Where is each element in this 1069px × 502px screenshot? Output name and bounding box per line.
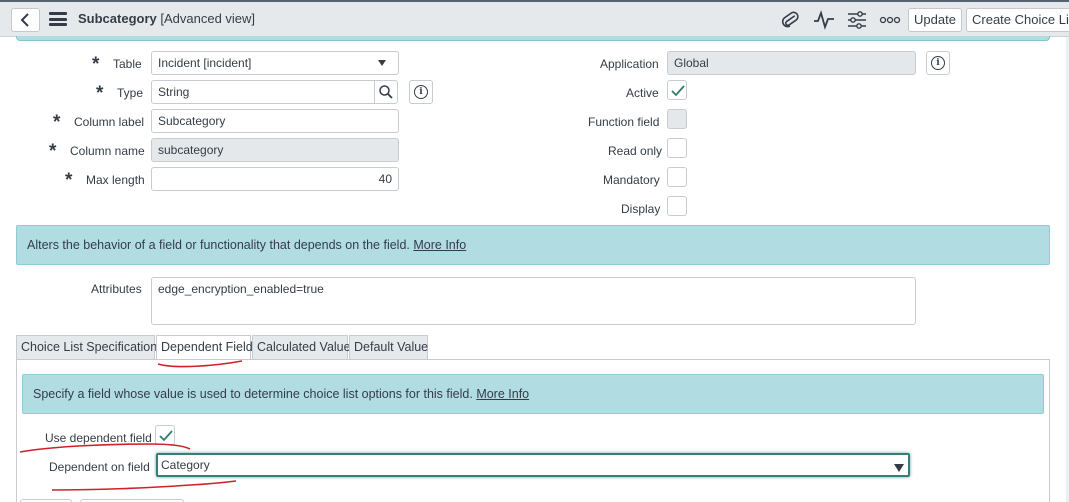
required-marker: * — [96, 83, 104, 104]
application-info-button[interactable]: i — [926, 51, 950, 75]
application-label: Application — [600, 57, 659, 71]
use-dependent-field-checkbox[interactable] — [155, 425, 175, 445]
form-header: Subcategory [Advanced view] Update Creat… — [0, 0, 1069, 37]
table-select-value: Incident [incident] — [158, 56, 252, 70]
attributes-info-text: Alters the behavior of a field or functi… — [27, 238, 410, 252]
required-marker: * — [49, 141, 57, 162]
activity-icon[interactable] — [813, 10, 835, 30]
page-title-name: Subcategory — [78, 11, 157, 26]
info-icon: i — [931, 56, 945, 70]
menu-icon[interactable] — [49, 12, 67, 26]
page-title: Subcategory [Advanced view] — [78, 11, 255, 26]
type-input[interactable]: String — [151, 80, 375, 104]
tab-default-value[interactable]: Default Value — [349, 335, 428, 359]
attributes-label: Attributes — [91, 282, 142, 296]
attributes-info-banner: Alters the behavior of a field or functi… — [16, 225, 1050, 265]
required-marker: * — [65, 170, 73, 191]
active-checkbox[interactable] — [667, 80, 687, 100]
tab-choice-list-specification[interactable]: Choice List Specification — [16, 335, 157, 359]
table-label: Table — [113, 57, 142, 71]
more-icon[interactable] — [879, 10, 901, 30]
use-dependent-field-label: Use dependent field — [45, 431, 152, 445]
dependent-info-text: Specify a field whose value is used to d… — [33, 387, 473, 401]
type-info-button[interactable]: i — [409, 80, 433, 104]
max-length-input[interactable]: 40 — [151, 167, 399, 191]
required-marker: * — [92, 54, 100, 75]
chevron-down-icon — [894, 464, 904, 472]
dependent-info-banner: Specify a field whose value is used to d… — [22, 374, 1044, 414]
column-name-label: Column name — [70, 144, 145, 158]
column-label-label: Column label — [74, 115, 145, 129]
top-banner-edge — [16, 36, 1050, 41]
update-button[interactable]: Update — [908, 8, 962, 32]
required-marker: * — [53, 112, 61, 133]
chevron-down-icon — [378, 60, 386, 66]
attributes-textarea[interactable]: edge_encryption_enabled=true — [151, 277, 916, 325]
search-icon — [379, 85, 393, 99]
active-label: Active — [626, 86, 659, 100]
dependent-on-field-select[interactable]: Category — [156, 453, 910, 477]
read-only-label: Read only — [608, 144, 663, 158]
back-button[interactable] — [11, 8, 40, 32]
column-label-input[interactable]: Subcategory — [151, 109, 399, 133]
attributes-more-info-link[interactable]: More Info — [413, 238, 466, 252]
type-lookup-button[interactable] — [374, 80, 398, 104]
read-only-checkbox[interactable] — [667, 138, 687, 158]
table-select[interactable]: Incident [incident] — [151, 51, 399, 75]
max-length-label: Max length — [86, 173, 145, 187]
settings-icon[interactable] — [847, 10, 867, 30]
dependent-on-field-value: Category — [161, 458, 210, 472]
function-field-checkbox — [667, 109, 687, 129]
type-label: Type — [117, 86, 144, 100]
application-input: Global — [667, 51, 916, 75]
dependent-more-info-link[interactable]: More Info — [476, 387, 529, 401]
check-icon — [159, 430, 173, 442]
function-field-label: Function field — [588, 115, 660, 129]
check-icon — [671, 85, 685, 97]
mandatory-checkbox[interactable] — [667, 167, 687, 187]
tab-calculated-value[interactable]: Calculated Value — [252, 335, 351, 359]
dependent-on-field-label: Dependent on field — [49, 460, 150, 474]
create-choice-list-button[interactable]: Create Choice List — [966, 8, 1069, 32]
tab-dependent-field[interactable]: Dependent Field — [156, 335, 253, 360]
column-name-input: subcategory — [151, 138, 399, 162]
page-title-suffix: [Advanced view] — [160, 11, 256, 26]
display-label: Display — [621, 202, 661, 216]
mandatory-label: Mandatory — [603, 173, 660, 187]
display-checkbox[interactable] — [667, 196, 687, 216]
back-icon — [20, 13, 29, 27]
attachment-icon[interactable] — [780, 10, 800, 30]
info-icon: i — [414, 85, 428, 99]
